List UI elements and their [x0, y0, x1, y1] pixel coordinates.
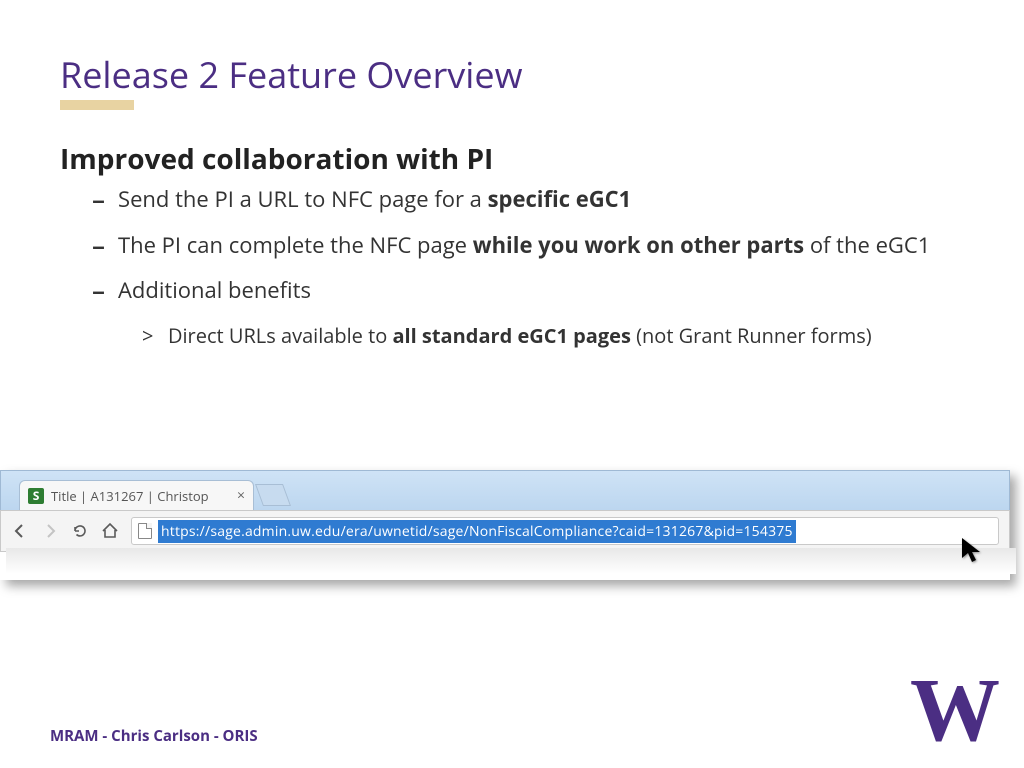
bullet-text-bold: specific eGC1 [488, 184, 632, 214]
back-icon[interactable] [11, 522, 29, 540]
home-icon[interactable] [101, 522, 119, 540]
browser-screenshot: S Title | A131267 | Christop × https://s… [0, 470, 1010, 580]
bullet-text: The PI can complete the NFC page [118, 230, 473, 260]
bullet-text: Direct URLs available to [168, 322, 392, 349]
frame-shadow [6, 548, 1016, 574]
bullet-text: (not Grant Runner forms) [631, 322, 872, 349]
page-icon [138, 523, 152, 539]
browser-toolbar: https://sage.admin.uw.edu/era/uwnetid/sa… [0, 510, 1010, 552]
reload-icon[interactable] [71, 522, 89, 540]
section-heading: Improved collaboration with PI [60, 140, 493, 178]
bullet-item: Send the PI a URL to NFC page for a spec… [60, 185, 960, 215]
slide-title: Release 2 Feature Overview [60, 50, 522, 99]
browser-tabstrip: S Title | A131267 | Christop × [0, 470, 1010, 510]
bullet-item: The PI can complete the NFC page while y… [60, 231, 960, 261]
footer-text: MRAM - Chris Carlson - ORIS [50, 726, 258, 746]
bullet-text: Additional benefits [118, 275, 311, 305]
address-bar[interactable]: https://sage.admin.uw.edu/era/uwnetid/sa… [131, 517, 999, 545]
favicon-icon: S [28, 488, 44, 504]
body-content: Send the PI a URL to NFC page for a spec… [60, 185, 960, 361]
new-tab-button[interactable] [255, 484, 291, 506]
close-icon[interactable]: × [237, 486, 245, 505]
bullet-text: Send the PI a URL to NFC page for a [118, 184, 488, 214]
bullet-text: of the eGC1 [804, 230, 930, 260]
cursor-icon [960, 536, 986, 571]
sub-bullet-item: Direct URLs available to all standard eG… [60, 322, 960, 349]
bullet-item: Additional benefits [60, 276, 960, 306]
url-text: https://sage.admin.uw.edu/era/uwnetid/sa… [158, 520, 796, 543]
bullet-text-bold: all standard eGC1 pages [392, 322, 630, 349]
browser-tab[interactable]: S Title | A131267 | Christop × [19, 480, 254, 510]
forward-icon [41, 522, 59, 540]
uw-logo: W [910, 666, 994, 756]
bullet-text-bold: while you work on other parts [473, 230, 804, 260]
slide: Release 2 Feature Overview Improved coll… [0, 0, 1024, 768]
tab-title: Title | A131267 | Christop [51, 487, 230, 505]
accent-bar [60, 100, 134, 110]
